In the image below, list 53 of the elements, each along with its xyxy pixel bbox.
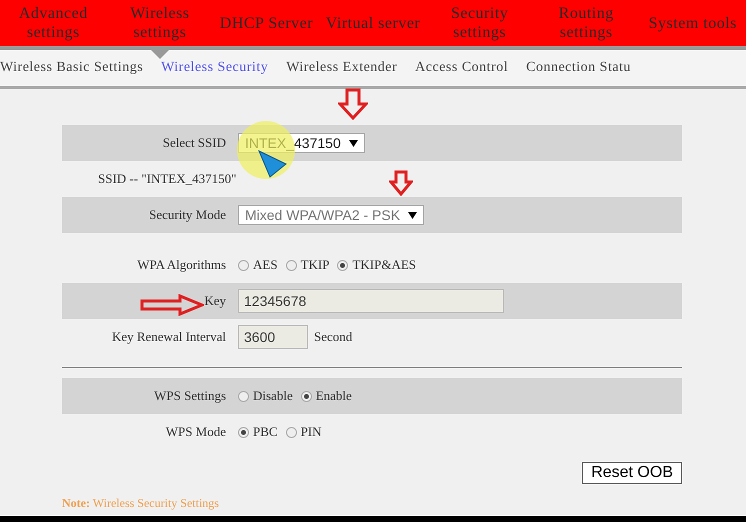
radio-label: PIN bbox=[300, 424, 322, 440]
input-field[interactable]: 3600 bbox=[238, 325, 308, 349]
nav-tab[interactable]: Wireless settings bbox=[106, 0, 214, 59]
nav-tab[interactable]: Routing settings bbox=[532, 0, 640, 59]
radio-option[interactable]: TKIP bbox=[286, 257, 330, 273]
field-label: Security Mode bbox=[149, 207, 226, 222]
sub-nav-tab[interactable]: Access Control bbox=[415, 60, 508, 76]
radio-label: PBC bbox=[253, 424, 278, 440]
radio-label: Disable bbox=[253, 388, 293, 404]
nav-tab[interactable]: Virtual server bbox=[320, 0, 426, 59]
radio-option[interactable]: Disable bbox=[238, 388, 293, 404]
radio-option[interactable]: TKIP&AES bbox=[337, 257, 416, 273]
caret-icon bbox=[408, 212, 418, 218]
unit-label: Second bbox=[314, 329, 352, 345]
radio-option[interactable]: Enable bbox=[300, 388, 352, 404]
pointer-icon bbox=[258, 150, 288, 178]
radio-option[interactable]: PBC bbox=[238, 424, 278, 440]
sub-nav-tab[interactable]: Connection Statu bbox=[526, 60, 631, 76]
sub-nav-tab[interactable]: Wireless Extender bbox=[286, 60, 398, 76]
caret-icon bbox=[348, 140, 358, 146]
field-label: Key bbox=[204, 293, 226, 308]
field-label: WPS Settings bbox=[154, 388, 226, 403]
sub-nav-tab[interactable]: Wireless Basic Settings bbox=[0, 60, 144, 76]
radio-label: Enable bbox=[316, 388, 352, 404]
radio-label: TKIP&AES bbox=[352, 257, 416, 273]
field-label: WPA Algorithms bbox=[137, 257, 226, 272]
note-text: Note: Wireless Security Settings bbox=[62, 496, 220, 511]
radio-label: AES bbox=[253, 257, 278, 273]
radio-label: TKIP bbox=[300, 257, 330, 273]
reset-button[interactable]: Reset OOB bbox=[582, 462, 682, 484]
arrow-right-icon bbox=[140, 294, 204, 316]
arrow-down-icon bbox=[338, 88, 368, 120]
input-field[interactable]: 12345678 bbox=[238, 289, 504, 313]
radio-option[interactable]: PIN bbox=[286, 424, 322, 440]
sub-nav-tab[interactable]: Wireless Security bbox=[161, 60, 268, 76]
nav-tab[interactable]: System tools bbox=[639, 0, 746, 59]
field-label: Select SSID bbox=[162, 135, 226, 150]
radio-button[interactable] bbox=[238, 426, 249, 438]
field-label: WPS Mode bbox=[166, 424, 226, 439]
radio-button[interactable] bbox=[238, 390, 249, 402]
dropdown[interactable]: Mixed WPA/WPA2 - PSK bbox=[238, 205, 424, 225]
arrow-down-icon bbox=[389, 170, 413, 196]
radio-button[interactable] bbox=[300, 390, 312, 402]
radio-button[interactable] bbox=[286, 260, 297, 270]
nav-tab[interactable]: DHCP Server bbox=[213, 0, 320, 59]
radio-button[interactable] bbox=[337, 260, 348, 270]
radio-option[interactable]: AES bbox=[238, 257, 278, 273]
field-label: Key Renewal Interval bbox=[112, 329, 226, 344]
radio-button[interactable] bbox=[286, 426, 297, 438]
nav-tab[interactable]: Security settings bbox=[426, 0, 533, 59]
nav-tab[interactable]: Advanced settings bbox=[0, 0, 107, 59]
ssid-text: SSID -- "INTEX_437150" bbox=[97, 171, 236, 187]
radio-button[interactable] bbox=[238, 260, 249, 270]
